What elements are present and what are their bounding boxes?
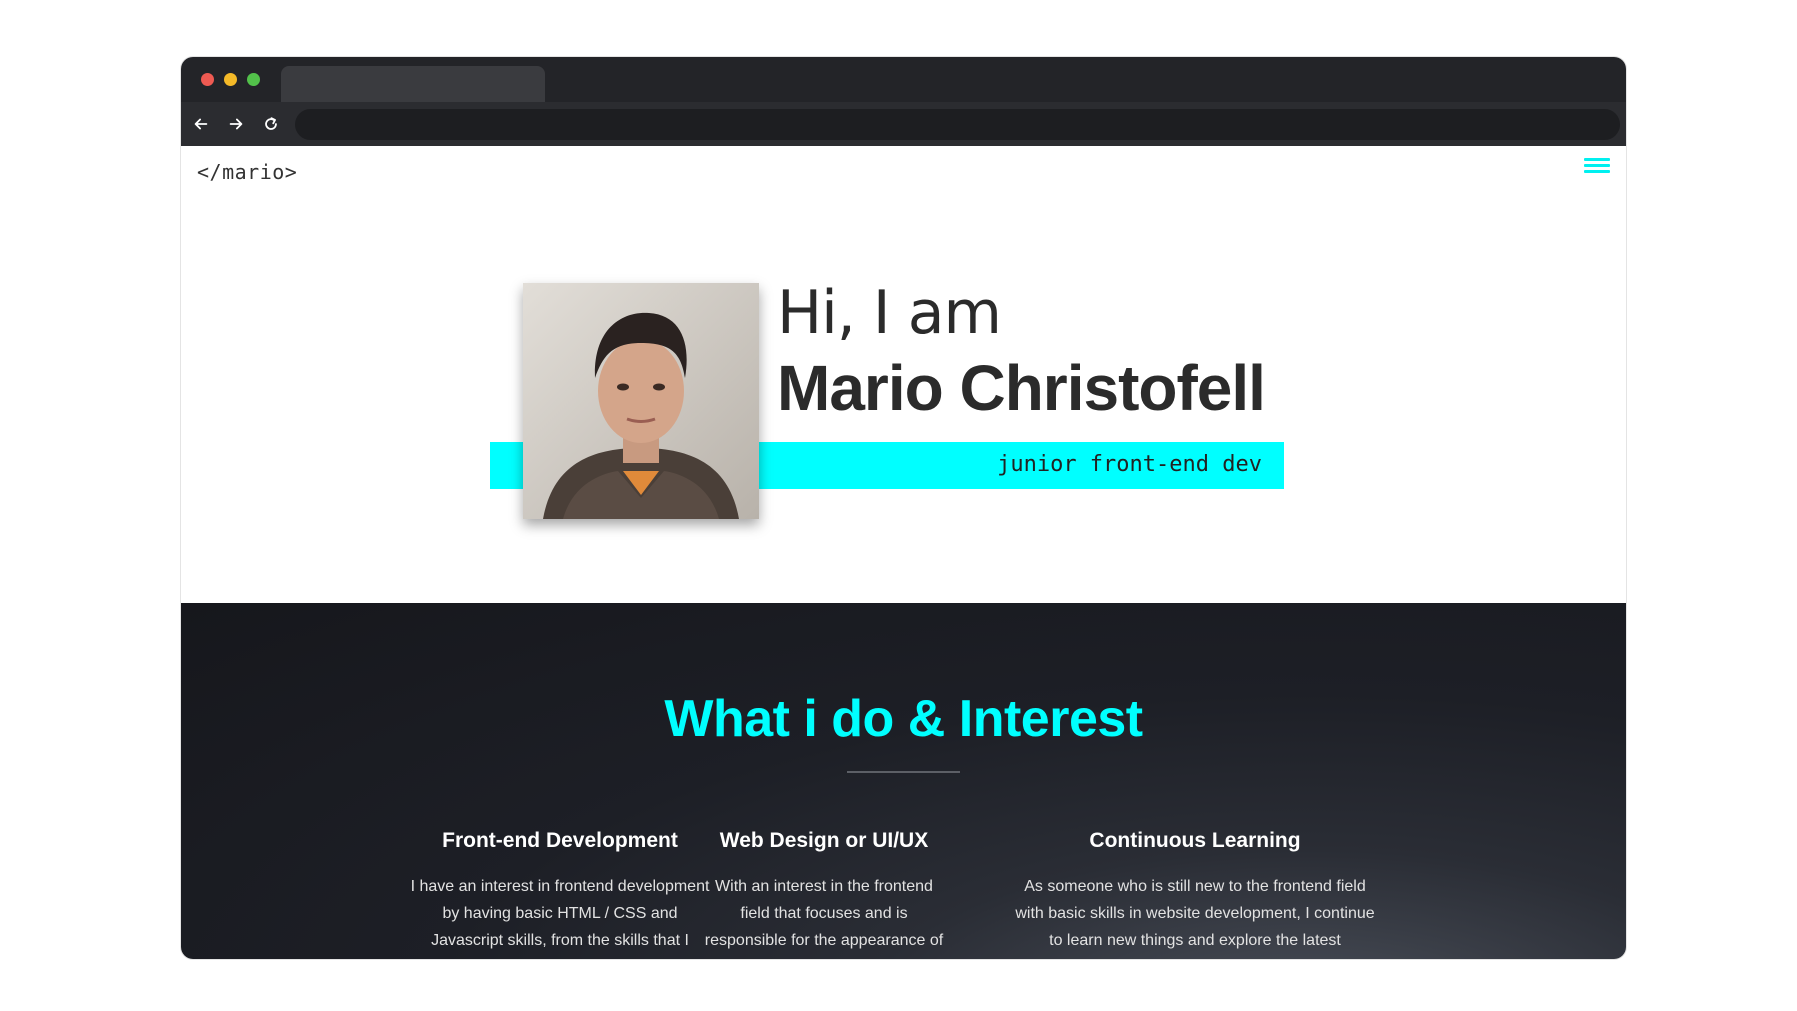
maximize-window-dot[interactable]: [247, 73, 260, 86]
interest-card: Front-end Development I have an interest…: [410, 829, 710, 954]
hero-name: Mario Christofell: [777, 352, 1266, 424]
interest-text: As someone who is still new to the front…: [1015, 878, 1375, 949]
forward-arrow-icon[interactable]: [224, 112, 248, 136]
reload-icon[interactable]: [259, 112, 283, 136]
interests-title: What i do & Interest: [664, 690, 1143, 748]
interest-text: With an interest in the frontend field t…: [704, 878, 944, 949]
interest-card: Continuous Learning As someone who is st…: [1015, 829, 1375, 954]
section-divider: [847, 771, 960, 773]
browser-titlebar: [181, 57, 1626, 102]
profile-photo: [523, 283, 759, 519]
hero-greeting: Hi, I am: [777, 278, 1002, 348]
interest-card: Web Design or UI/UX With an interest in …: [704, 829, 944, 954]
interest-title: Continuous Learning: [1089, 829, 1301, 852]
interests-section: What i do & Interest Front-end Developme…: [181, 603, 1626, 959]
minimize-window-dot[interactable]: [224, 73, 237, 86]
browser-tab[interactable]: [281, 66, 545, 102]
role-text: junior front-end dev: [997, 452, 1262, 477]
interest-text: I have an interest in frontend developme…: [410, 878, 710, 949]
back-arrow-icon[interactable]: [189, 112, 213, 136]
address-bar[interactable]: [295, 109, 1620, 140]
site-logo[interactable]: </mario>: [197, 160, 297, 184]
hamburger-menu-icon[interactable]: [1584, 158, 1610, 178]
interest-title: Front-end Development: [442, 829, 678, 852]
close-window-dot[interactable]: [201, 73, 214, 86]
page-viewport: </mario> junior front-end dev Hi, I am M…: [181, 146, 1626, 959]
browser-toolbar: [181, 102, 1626, 146]
browser-window: </mario> junior front-end dev Hi, I am M…: [181, 57, 1626, 959]
interest-title: Web Design or UI/UX: [719, 829, 929, 852]
